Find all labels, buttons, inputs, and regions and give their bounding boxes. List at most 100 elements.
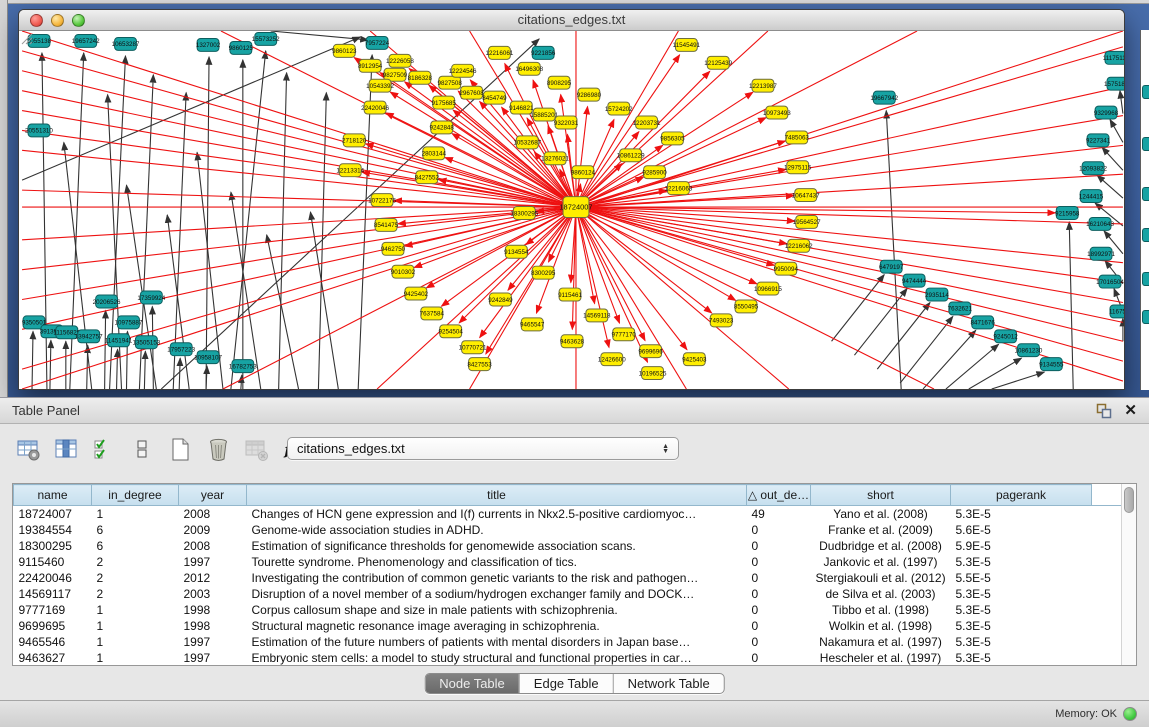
network-graph-svg: 9860123891295412226058982750981863281054… [19, 31, 1124, 389]
table-row[interactable]: 946362711997Embryonic stem cells: a mode… [14, 650, 1124, 666]
graph-node-label: 20551310 [25, 128, 53, 135]
column-visibility-icon[interactable] [54, 437, 79, 462]
graph-node-label: 10196525 [639, 370, 667, 377]
float-panel-icon[interactable] [1096, 403, 1112, 419]
graph-node-label: 17016504 [1096, 279, 1124, 286]
graph-edge [32, 331, 33, 389]
graph-edge [576, 207, 757, 284]
table-cell: Embryonic stem cells: a model to study s… [247, 650, 747, 666]
table-cell: 49 [747, 506, 811, 523]
delete-table-icon[interactable] [244, 437, 269, 462]
column-header-pagerank[interactable]: pagerank [951, 485, 1092, 506]
graph-node-label: 22420046 [361, 105, 389, 112]
graph-node-label: 8427553 [467, 361, 492, 368]
graph-node-label: 9010302 [391, 269, 416, 276]
table-cell: 0 [747, 634, 811, 650]
table-cell: Stergiakouli et al. (2012) [811, 570, 951, 586]
resize-grip[interactable] [19, 31, 33, 45]
graph-node-label: 9465547 [520, 322, 545, 329]
table-settings-icon[interactable] [16, 437, 41, 462]
table-row[interactable]: 1456911722003Disruption of a novel membe… [14, 586, 1124, 602]
graph-edge [1120, 91, 1123, 114]
graph-node-fragment [1142, 228, 1149, 242]
table-panel: Table Panel ✕ f(x) [0, 397, 1149, 727]
table-row[interactable]: 969969511998Structural magnetic resonanc… [14, 618, 1124, 634]
select-all-icon[interactable] [92, 437, 117, 462]
table-cell: 6 [92, 538, 179, 554]
graph-node-label: 9286980 [577, 92, 602, 99]
row-pair-icon[interactable] [130, 437, 155, 462]
table-cell: 1 [92, 602, 179, 618]
minimize-window-button[interactable] [51, 14, 64, 27]
graph-node-label: 15573252 [252, 36, 280, 43]
scrollbar-thumb[interactable] [1124, 487, 1134, 513]
graph-node-label: 9134554 [504, 249, 529, 256]
table-cell: 5.3E-5 [951, 602, 1092, 618]
table-cell: 5.3E-5 [951, 650, 1092, 666]
graph-node-label: 8912954 [358, 63, 383, 70]
column-header-out_de[interactable]: △ out_de… [747, 485, 811, 506]
table-row[interactable]: 946554611997Estimation of the future num… [14, 634, 1124, 650]
cell-filler [1092, 650, 1124, 666]
graph-node-label: 2967608 [459, 90, 484, 97]
graph-node-label: 9425402 [404, 291, 429, 298]
table-row[interactable]: 1872400712008Changes of HCN gene express… [14, 506, 1124, 523]
graph-node-fragment [1142, 85, 1149, 99]
table-cell: 1997 [179, 634, 247, 650]
graph-node-label: 9860124 [571, 169, 596, 176]
network-window: citations_edges.txt 98601238912954122260… [18, 9, 1125, 390]
column-header-year[interactable]: year [179, 485, 247, 506]
table-row[interactable]: 1830029562008Estimation of significance … [14, 538, 1124, 554]
close-panel-icon[interactable]: ✕ [1124, 404, 1137, 418]
table-cell: 5.3E-5 [951, 506, 1092, 523]
network-window-titlebar[interactable]: citations_edges.txt [19, 10, 1124, 31]
table-cell: 2 [92, 570, 179, 586]
node-table: namein_degreeyeartitle△ out_de…shortpage… [12, 483, 1137, 666]
column-header-name[interactable]: name [14, 485, 92, 506]
graph-node-label: 12224546 [449, 68, 477, 75]
cell-filler [1092, 522, 1124, 538]
table-cell: Estimation of the future numbers of pati… [247, 634, 747, 650]
cell-filler [1092, 570, 1124, 586]
close-window-button[interactable] [30, 14, 43, 27]
table-selector[interactable]: citations_edges.txt ▲▼ [287, 437, 679, 460]
zoom-window-button[interactable] [72, 14, 85, 27]
memory-status-indicator[interactable] [1123, 707, 1137, 721]
tab-node-table[interactable]: Node Table [425, 674, 520, 693]
graph-edge [271, 31, 368, 40]
column-header-short[interactable]: short [811, 485, 951, 506]
network-canvas[interactable]: 9860123891295412226058982750981863281054… [19, 31, 1124, 389]
graph-node-label: 13276021 [541, 156, 569, 163]
graph-node-label: 9827508 [438, 80, 463, 87]
graph-edge [576, 141, 785, 207]
memory-status-label: Memory: OK [1055, 708, 1117, 720]
table-row[interactable]: 911546021997Tourette syndrome. Phenomeno… [14, 554, 1124, 570]
delete-column-icon[interactable] [206, 437, 231, 462]
graph-node-label: 2718120 [342, 138, 367, 145]
network-window-title: citations_edges.txt [19, 10, 1124, 30]
graph-node-label: 10973493 [763, 110, 791, 117]
vertical-scrollbar[interactable] [1121, 484, 1136, 665]
graph-node-label: 10861230 [1015, 348, 1043, 355]
table-row[interactable]: 2242004622012Investigating the contribut… [14, 570, 1124, 586]
graph-edge [318, 93, 326, 389]
table-cell: 9699695 [14, 618, 92, 634]
new-table-icon[interactable] [168, 437, 193, 462]
graph-node-label: 9860123 [332, 48, 357, 55]
table-cell: 22420046 [14, 570, 92, 586]
tab-network-table[interactable]: Network Table [614, 674, 724, 693]
graph-node-label: 9221856 [531, 50, 556, 57]
table-cell: 5.3E-5 [951, 634, 1092, 650]
column-header-in_degree[interactable]: in_degree [92, 485, 179, 506]
table-cell: 5.5E-5 [951, 570, 1092, 586]
graph-node-fragment [1142, 187, 1149, 201]
graph-node-label: 6479197 [879, 264, 904, 271]
graph-edge [992, 372, 1045, 389]
left-frame-strip [0, 0, 8, 397]
table-row[interactable]: 977716911998Corpus callosum shape and si… [14, 602, 1124, 618]
tab-edge-table[interactable]: Edge Table [520, 674, 614, 693]
column-header-title[interactable]: title [247, 485, 747, 506]
table-row[interactable]: 1938455462009Genome-wide association stu… [14, 522, 1124, 538]
graph-node-label: 7957224 [365, 40, 390, 47]
table-cell: Corpus callosum shape and size in male p… [247, 602, 747, 618]
